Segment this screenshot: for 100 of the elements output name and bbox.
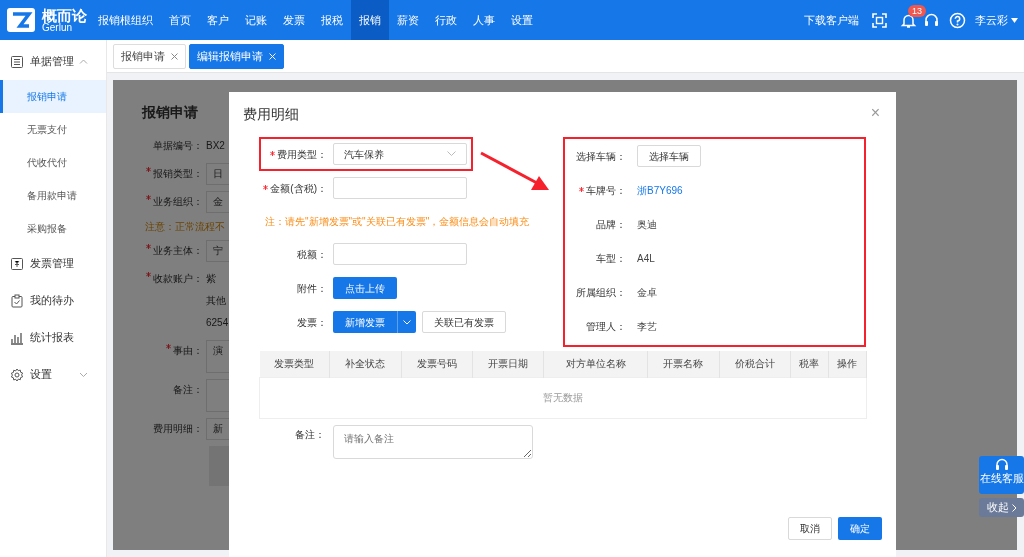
sidebar-item[interactable]: 单据管理 (0, 43, 106, 80)
dialog-title: 费用明细 (243, 105, 299, 124)
nav-menu-item[interactable]: 客户 (199, 0, 237, 40)
user-name[interactable]: 李云彩 (975, 11, 1008, 29)
field-value: A4L (637, 251, 655, 266)
caret-icon[interactable] (1011, 17, 1018, 23)
remark-field[interactable]: 请输入备注 (333, 424, 533, 459)
required-icon (146, 244, 151, 249)
field-label: 附件： (296, 281, 327, 296)
field-label: 车牌号： (565, 182, 626, 198)
sidebar-item[interactable]: 发票管理 (0, 245, 106, 282)
nav-menu-item[interactable]: 首页 (161, 0, 199, 40)
page-tab[interactable]: 编辑报销申请 (189, 43, 284, 69)
clipboard-check-icon (10, 293, 24, 308)
nav-menu-item[interactable]: 发票 (275, 0, 313, 40)
chevron-icon (1011, 503, 1017, 512)
nav-menu-item[interactable]: 行政 (427, 0, 465, 40)
notification-count: 13 (908, 4, 926, 18)
field-value: 李艺 (637, 319, 657, 334)
notice-text: 注意：正常流程不 (144, 220, 225, 234)
logo-text: 概而论 (42, 7, 87, 23)
nav-menu-item[interactable]: 记账 (237, 0, 275, 40)
field-value: 其他 (206, 294, 226, 308)
invoice-icon (10, 256, 24, 271)
field-label: 税额： (296, 247, 327, 262)
add-invoice-button[interactable]: 新增发票 (333, 311, 397, 333)
field-label: 业务组织： (142, 191, 206, 213)
field-label: 管理人： (585, 319, 626, 334)
field-label: 事由： (142, 340, 206, 362)
sidebar-subitem[interactable]: 报销申请 (0, 80, 106, 113)
download-client-link[interactable]: 下载客户端 (804, 11, 859, 29)
logo-subtext: Gerlun (42, 22, 72, 33)
input-field[interactable] (333, 177, 467, 199)
field-value: 6254 (206, 316, 229, 330)
annotation-arrow (480, 151, 549, 190)
required-icon (579, 186, 584, 192)
logo-icon (6, 7, 36, 33)
field-label: 业务主体： (142, 240, 206, 262)
field-label: 所属组织： (575, 285, 626, 300)
nav-menu-item[interactable]: 人事 (465, 0, 503, 40)
sidebar-subitem[interactable]: 无票支付 (0, 113, 106, 146)
column-header: 操作 (828, 351, 867, 377)
column-header: 价税合计 (719, 351, 791, 377)
settings-icon (10, 367, 24, 382)
dropdown-toggle-button[interactable] (397, 311, 416, 333)
field-label: 车型： (595, 251, 626, 266)
nav-menu-item[interactable]: 设置 (503, 0, 541, 40)
column-header: 补全状态 (329, 351, 402, 377)
field-label: 费用类型： (261, 146, 327, 162)
required-icon (270, 150, 275, 156)
column-header: 开票名称 (647, 351, 719, 377)
field-label: 报销类型： (142, 163, 206, 185)
headset-icon[interactable] (923, 11, 940, 29)
upload-button[interactable]: 点击上传 (333, 277, 397, 299)
field-label: 收款账户： (142, 268, 206, 290)
sidebar-subitem[interactable]: 采购报备 (0, 212, 106, 245)
plate-number-link[interactable]: 浙B7Y696 (637, 182, 683, 198)
note-text: 注：请先"新增发票"或"关联已有发票"，金额信息会自动填充 (264, 214, 530, 229)
sidebar-item[interactable]: 设置 (0, 356, 106, 393)
field-label: 选择车辆： (575, 149, 626, 164)
field-label: 品牌： (595, 217, 626, 232)
required-icon (146, 272, 151, 277)
field-value: 金卓 (637, 285, 657, 300)
column-header: 对方单位名称 (543, 351, 648, 377)
close-icon[interactable] (171, 52, 178, 60)
field-label: 备注： (172, 383, 204, 397)
close-button[interactable]: × (864, 104, 886, 122)
nav-menu-item[interactable]: 薪资 (389, 0, 427, 40)
nav-menu-item[interactable]: 报税 (313, 0, 351, 40)
collapse-button[interactable]: 收起 (979, 498, 1024, 517)
field-label: 费用明细： (152, 422, 204, 436)
scan-icon[interactable] (871, 11, 888, 29)
field-label: 发票： (296, 315, 327, 330)
sidebar-subitem[interactable]: 备用款申请 (0, 179, 106, 212)
sidebar-item[interactable]: 我的待办 (0, 282, 106, 319)
chevron-icon (447, 151, 456, 157)
sidebar-subitem[interactable]: 代收代付 (0, 146, 106, 179)
page-title: 报销申请 (142, 103, 198, 122)
cancel-button[interactable]: 取消 (788, 517, 832, 540)
column-header: 开票日期 (472, 351, 544, 377)
field-value: 紫 (206, 272, 216, 286)
confirm-button[interactable]: 确定 (838, 517, 882, 540)
empty-table-message: 暂无数据 (259, 377, 867, 418)
field-label: 金额(含税)： (261, 180, 327, 196)
chevron-icon[interactable] (79, 370, 88, 379)
required-icon (166, 344, 171, 349)
required-icon (146, 195, 151, 200)
page-tab[interactable]: 报销申请 (113, 43, 186, 69)
field-value: BX2 (206, 139, 225, 153)
column-header: 发票类型 (259, 351, 330, 377)
nav-menu-item[interactable]: 报销根组织 (90, 0, 161, 40)
nav-menu-item[interactable]: 报销 (351, 0, 389, 40)
select-field[interactable]: 汽车保养 (333, 143, 467, 165)
input-field[interactable] (333, 243, 467, 265)
column-header: 税率 (790, 351, 829, 377)
sidebar-item[interactable]: 统计报表 (0, 319, 106, 356)
help-icon[interactable] (949, 11, 966, 29)
link-invoice-button[interactable]: 关联已有发票 (422, 311, 506, 333)
online-support-button[interactable]: 在线客服 (979, 456, 1024, 494)
select-vehicle-button[interactable]: 选择车辆 (637, 145, 701, 167)
